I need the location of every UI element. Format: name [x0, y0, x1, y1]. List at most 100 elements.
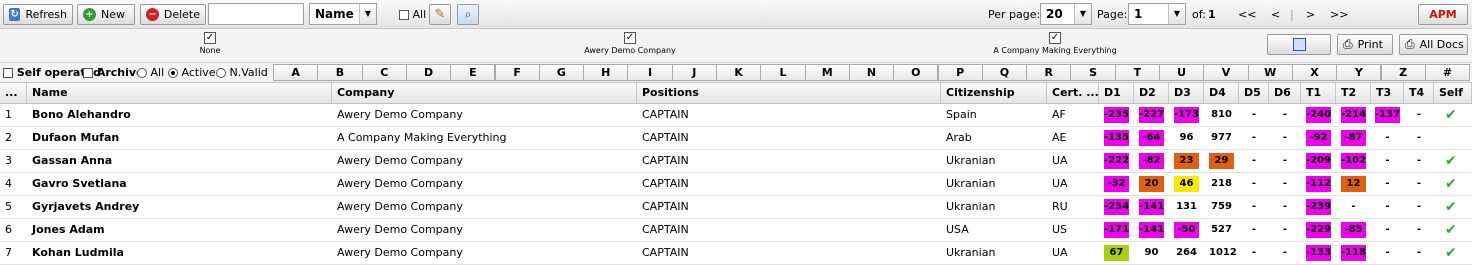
cert-code-cell: AF	[1052, 108, 1066, 121]
print-button[interactable]: ⎙ Print	[1337, 34, 1393, 55]
column-header-t2[interactable]: T2	[1336, 83, 1371, 103]
company-filter-none[interactable]: ✓ None	[180, 32, 240, 55]
letter-filter-k[interactable]: K	[716, 64, 762, 81]
column-header-d6[interactable]: D6	[1269, 83, 1301, 103]
per-page-select[interactable]: 20 ▼	[1040, 3, 1092, 25]
letter-filter-o[interactable]: O	[893, 64, 939, 81]
apm-button[interactable]: APM	[1418, 4, 1468, 25]
table-row[interactable]: 4 Gavro Svetlana Awery Demo Company CAPTAIN…	[0, 173, 1472, 196]
letter-filter-y[interactable]: Y	[1336, 64, 1382, 81]
page-select[interactable]: 1 ▼	[1128, 3, 1186, 25]
letter-filter-c[interactable]: C	[361, 64, 407, 81]
column-header-d3[interactable]: D3	[1169, 83, 1204, 103]
letter-filter-hash[interactable]: #	[1424, 64, 1471, 81]
column-header-company[interactable]: Company	[332, 83, 637, 103]
column-header-t1[interactable]: T1	[1301, 83, 1336, 103]
letter-filter-n[interactable]: N	[848, 64, 895, 81]
self-operated-checkbox[interactable]	[3, 68, 13, 78]
score-t3-cell: -	[1385, 224, 1390, 235]
letter-filter-v[interactable]: V	[1203, 64, 1249, 81]
column-header-name[interactable]: Name	[27, 83, 332, 103]
table-row[interactable]: 1 Bono Alehandro Awery Demo Company CAPTAIN…	[0, 104, 1472, 127]
archive-checkbox[interactable]	[83, 68, 93, 78]
minus-icon: −	[146, 8, 159, 21]
letter-filter-r[interactable]: R	[1026, 64, 1072, 81]
citizenship-cell: Arab	[946, 131, 972, 144]
letter-filter-j[interactable]: J	[671, 64, 717, 81]
letter-filter-m[interactable]: M	[804, 64, 850, 81]
company-checkbox[interactable]: ✓	[624, 32, 636, 44]
letter-filter-s[interactable]: S	[1070, 64, 1116, 81]
letter-filter-t[interactable]: T	[1114, 64, 1160, 81]
letter-filter-l[interactable]: L	[760, 64, 806, 81]
letter-filter-a[interactable]: A	[273, 64, 319, 81]
all-radio[interactable]	[137, 68, 147, 78]
table-row[interactable]: 5 Gyrjavets Andrey Awery Demo Company CAPTA…	[0, 196, 1472, 219]
score-t1-cell: -92	[1306, 130, 1331, 146]
column-header-self[interactable]: Self	[1434, 83, 1472, 103]
table-row[interactable]: 6 Jones Adam Awery Demo Company CAPTAIN USA U…	[0, 219, 1472, 242]
column-header-citizenship[interactable]: Citizenship	[941, 83, 1047, 103]
new-button[interactable]: + New	[77, 4, 135, 25]
column-header-index[interactable]: ...	[0, 83, 27, 103]
last-page-link[interactable]: >>	[1330, 8, 1348, 21]
letter-filter-e[interactable]: E	[450, 64, 496, 81]
prev-page-link[interactable]: <	[1271, 8, 1280, 21]
letter-filter-i[interactable]: I	[627, 64, 673, 81]
all-radio-wrap[interactable]: All	[137, 66, 164, 79]
cert-code-cell: RU	[1052, 200, 1068, 213]
first-page-link[interactable]: <<	[1238, 8, 1256, 21]
search-field-select[interactable]: Name ▼	[309, 3, 377, 25]
column-header-t4[interactable]: T4	[1404, 83, 1434, 103]
company-checkbox[interactable]: ✓	[204, 32, 216, 44]
company-filter-everything[interactable]: ✓ A Company Making Everything	[985, 32, 1125, 55]
active-radio-wrap[interactable]: Active	[168, 66, 216, 79]
archive-filter[interactable]: Archive	[83, 66, 144, 79]
refresh-button[interactable]: ↻ Refresh	[3, 4, 73, 25]
column-header-positions[interactable]: Positions	[637, 83, 941, 103]
score-d5-cell: -	[1251, 155, 1257, 166]
letter-filter-q[interactable]: Q	[981, 64, 1028, 81]
letter-filter-g[interactable]: G	[538, 64, 585, 81]
column-header-d4[interactable]: D4	[1204, 83, 1239, 103]
letter-filter-x[interactable]: X	[1291, 64, 1338, 81]
letter-filter-f[interactable]: F	[494, 64, 540, 81]
letter-filter-h[interactable]: H	[583, 64, 629, 81]
letter-filter-w[interactable]: W	[1247, 64, 1293, 81]
active-radio[interactable]	[168, 68, 178, 78]
table-row[interactable]: 2 Dufaon Mufan A Company Making Everything…	[0, 127, 1472, 150]
letter-filter-b[interactable]: B	[317, 64, 363, 81]
company-filter-awery[interactable]: ✓ Awery Demo Company	[570, 32, 690, 55]
all-checkbox[interactable]	[399, 10, 409, 20]
column-header-d2[interactable]: D2	[1134, 83, 1169, 103]
citizenship-cell: Ukranian	[946, 200, 996, 213]
score-d1-cell: -32	[1104, 176, 1129, 192]
score-d3-cell: 96	[1179, 132, 1194, 143]
company-checkbox[interactable]: ✓	[1049, 32, 1061, 44]
nvalid-radio[interactable]	[216, 68, 226, 78]
letter-filter-u[interactable]: U	[1159, 64, 1205, 81]
column-header-t3[interactable]: T3	[1371, 83, 1404, 103]
all-checkbox-wrap[interactable]: All	[399, 8, 426, 21]
nvalid-radio-wrap[interactable]: N.Valid	[216, 66, 268, 79]
letter-filter-z[interactable]: Z	[1380, 64, 1426, 81]
search-input[interactable]	[208, 3, 304, 25]
next-page-link[interactable]: >	[1306, 8, 1315, 21]
clear-button[interactable]: ✎	[429, 4, 451, 25]
score-d4-cell: 29	[1209, 153, 1234, 169]
score-d3-cell: 23	[1174, 153, 1199, 169]
column-header-d1[interactable]: D1	[1099, 83, 1134, 103]
score-d2-cell: -141	[1139, 199, 1164, 215]
column-header-d5[interactable]: D5	[1239, 83, 1269, 103]
letter-filter-p[interactable]: P	[937, 64, 983, 81]
column-header-cert[interactable]: Cert. ...	[1047, 83, 1099, 103]
all-docs-button[interactable]: ⎙ All Docs	[1399, 34, 1468, 55]
window-button[interactable]	[1267, 34, 1331, 55]
cert-code-cell: US	[1052, 223, 1068, 236]
score-t3-cell: -137	[1375, 107, 1400, 123]
table-row[interactable]: 7 Kohan Ludmila Awery Demo Company CAPTAIN U…	[0, 242, 1472, 265]
table-row[interactable]: 3 Gassan Anna Awery Demo Company CAPTAIN Ukr…	[0, 150, 1472, 173]
letter-filter-d[interactable]: D	[405, 64, 452, 81]
delete-button[interactable]: − Delete	[140, 4, 206, 25]
search-button[interactable]: ⌕	[457, 4, 479, 25]
